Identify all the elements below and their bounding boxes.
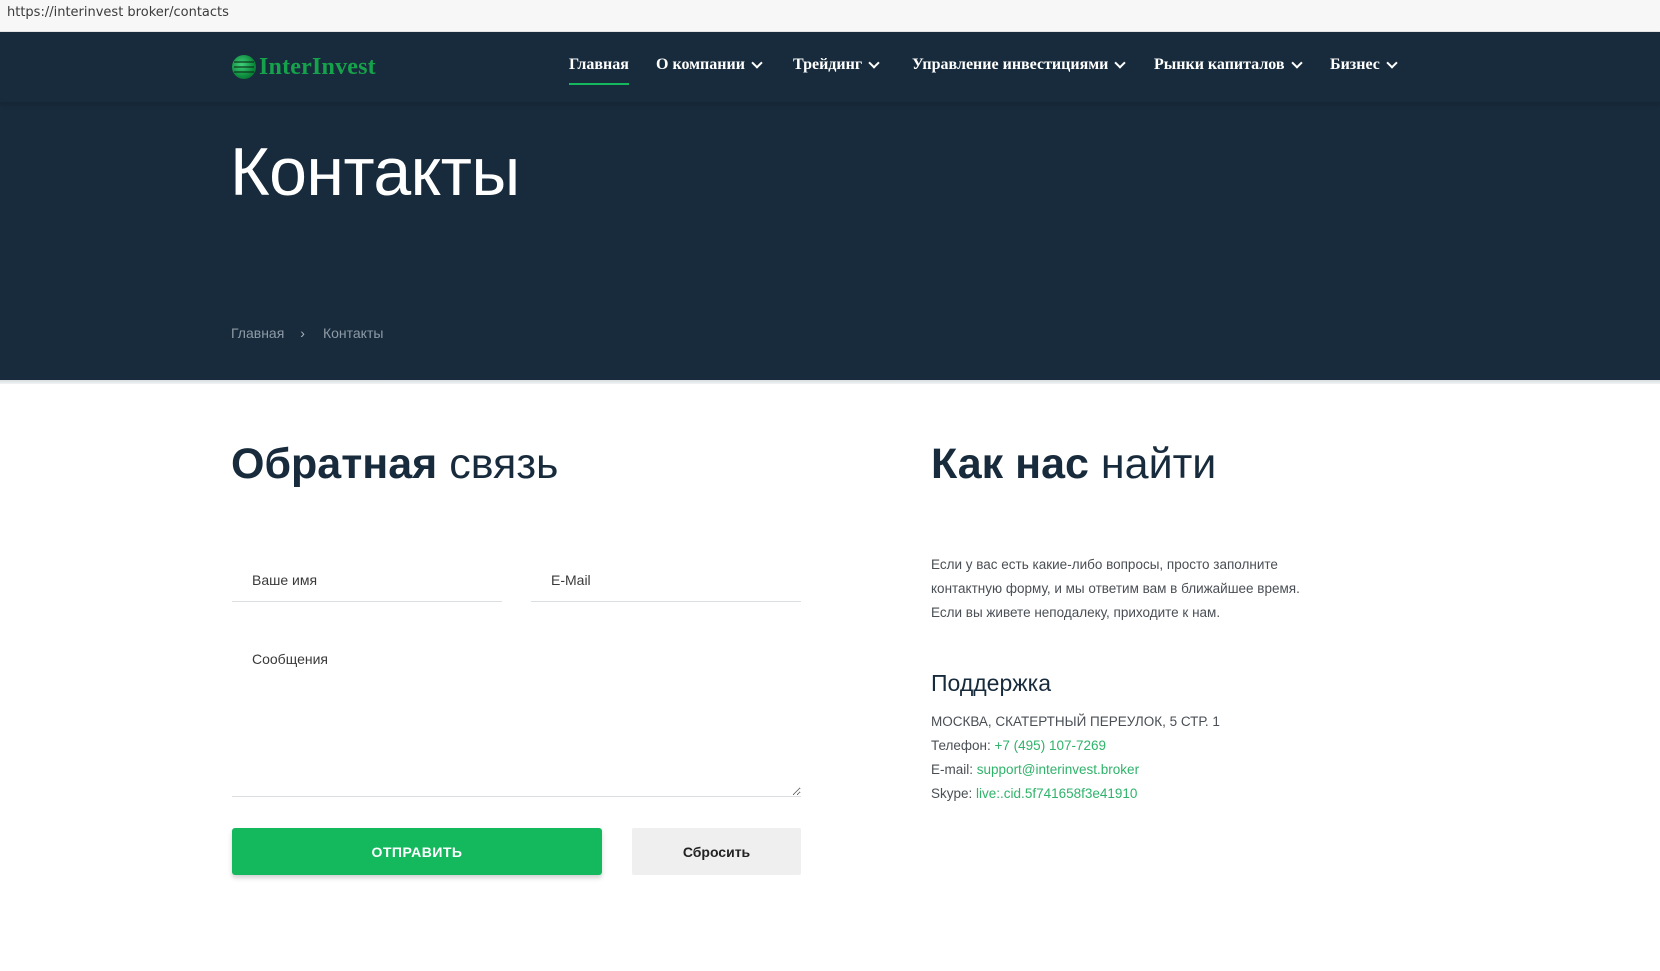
chevron-down-icon: [868, 57, 880, 69]
message-textarea[interactable]: [232, 637, 801, 797]
email-link[interactable]: support@interinvest.broker: [977, 762, 1139, 777]
find-us-title-light: найти: [1100, 440, 1217, 488]
support-address: МОСКВА, СКАТЕРТНЫЙ ПЕРЕУЛОК, 5 СТР. 1: [931, 714, 1220, 729]
phone-link[interactable]: +7 (495) 107-7269: [995, 738, 1106, 753]
nav-item-label: О компании: [656, 56, 745, 73]
nav-item-business[interactable]: Бизнес: [1330, 56, 1398, 74]
support-email-row: E-mail: support@interinvest.broker: [931, 758, 1220, 782]
email-input[interactable]: [531, 558, 801, 602]
skype-link[interactable]: live:.cid.5f741658f3e41910: [976, 786, 1137, 801]
nav-item-investment-management[interactable]: Управление инвестициями: [912, 56, 1127, 74]
phone-label: Телефон:: [931, 738, 991, 753]
page-title: Контакты: [230, 134, 520, 210]
submit-button[interactable]: ОТПРАВИТЬ: [232, 828, 602, 875]
nav-item-label: Управление инвестициями: [912, 56, 1109, 73]
chevron-down-icon: [1114, 57, 1127, 69]
breadcrumb-separator-icon: ›: [300, 325, 305, 341]
reset-button[interactable]: Сбросить: [632, 828, 801, 875]
logo-text: InterInvest: [259, 53, 376, 80]
feedback-title-bold: Обратная: [231, 440, 438, 488]
support-skype-row: Skype: live:.cid.5f741658f3e41910: [931, 782, 1220, 806]
chevron-down-icon: [1386, 57, 1398, 69]
address-bar[interactable]: https://interinvest broker/contacts: [0, 0, 1660, 32]
chevron-down-icon: [751, 57, 763, 69]
address-bar-url: https://interinvest broker/contacts: [7, 5, 229, 20]
breadcrumb-current: Контакты: [322, 325, 384, 341]
nav-item-label: Трейдинг: [793, 56, 863, 73]
hero-header: InterInvest Главная О компании Трейдинг …: [0, 32, 1660, 384]
email-label: E-mail:: [931, 762, 974, 777]
top-navigation: InterInvest Главная О компании Трейдинг …: [0, 32, 1660, 102]
nav-item-about[interactable]: О компании: [656, 56, 763, 74]
support-phone-row: Телефон: +7 (495) 107-7269: [931, 734, 1220, 758]
nav-item-capital-markets[interactable]: Рынки капиталов: [1154, 56, 1303, 74]
breadcrumb-home[interactable]: Главная: [231, 325, 284, 341]
chevron-down-icon: [1290, 57, 1303, 69]
support-title: Поддержка: [931, 670, 1051, 696]
nav-item-label: Главная: [569, 56, 629, 73]
find-us-title: Как нас найти: [931, 440, 1216, 489]
skype-label: Skype:: [931, 786, 973, 801]
nav-item-label: Рынки капиталов: [1154, 56, 1285, 73]
breadcrumb: Главная › Контакты: [231, 325, 383, 341]
find-us-intro: Если у вас есть какие-либо вопросы, прос…: [931, 557, 1300, 620]
nav-item-label: Бизнес: [1330, 56, 1380, 73]
feedback-title: Обратная связь: [231, 440, 558, 489]
nav-item-home[interactable]: Главная: [569, 56, 629, 85]
globe-icon: [232, 55, 256, 79]
support-contacts: МОСКВА, СКАТЕРТНЫЙ ПЕРЕУЛОК, 5 СТР. 1 Те…: [931, 710, 1220, 806]
find-us-title-bold: Как нас: [931, 440, 1089, 488]
site-logo[interactable]: InterInvest: [232, 52, 376, 82]
name-input[interactable]: [232, 558, 502, 602]
nav-item-trading[interactable]: Трейдинг: [793, 56, 880, 74]
feedback-title-light: связь: [449, 440, 559, 488]
